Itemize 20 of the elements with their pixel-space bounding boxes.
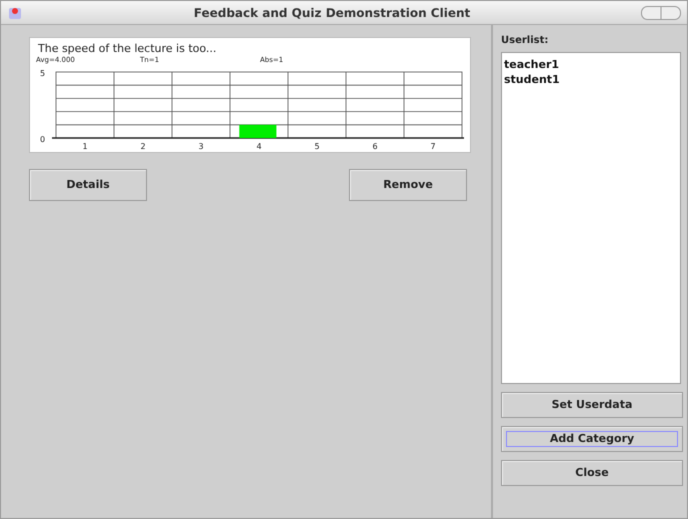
window-controls-icon[interactable] xyxy=(641,6,681,20)
push-button[interactable]: Remove xyxy=(349,169,467,201)
push-button[interactable]: Details xyxy=(29,169,147,201)
axis-tick-label: 3 xyxy=(198,142,204,151)
axis-tick-label: 0 xyxy=(40,135,46,144)
axis-tick-label: 4 xyxy=(256,142,262,151)
axis-tick-label: 5 xyxy=(314,142,320,151)
axis-tick-label: 1 xyxy=(82,142,88,151)
axis-tick-label: 5 xyxy=(40,69,46,78)
user-list-item[interactable]: teacher1 xyxy=(504,57,678,72)
window-title: Feedback and Quiz Demonstration Client xyxy=(192,4,472,22)
axis-tick-label: 6 xyxy=(372,142,378,151)
category-title: The speed of the lecture is too... xyxy=(38,42,216,55)
axis-tick-label: 2 xyxy=(140,142,146,151)
push-button[interactable]: Set Userdata xyxy=(501,392,683,418)
user-list-item[interactable]: student1 xyxy=(504,72,678,87)
axis-tick-label: 7 xyxy=(430,142,436,151)
push-button[interactable]: Close xyxy=(501,460,683,486)
push-button[interactable]: Add Category xyxy=(501,426,683,452)
userlist-label: Userlist: xyxy=(501,34,550,48)
